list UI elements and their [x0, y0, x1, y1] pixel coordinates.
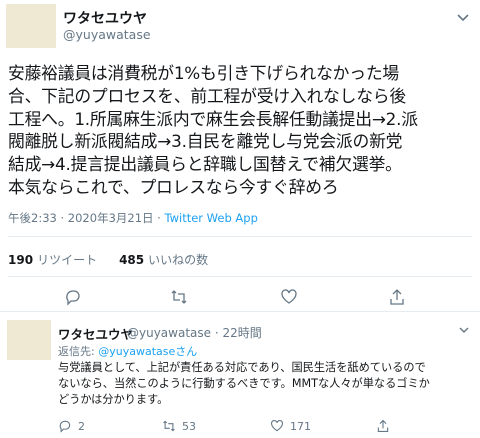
retweet-icon[interactable]	[170, 288, 188, 306]
chevron-down-icon[interactable]	[456, 10, 470, 24]
reply-retweet-button[interactable]: 53	[162, 418, 196, 434]
share-icon[interactable]	[388, 288, 406, 306]
reply-icon[interactable]	[64, 288, 82, 306]
reply-to-handle[interactable]: @yuyawataseさん	[98, 345, 197, 358]
reply-reply-button[interactable]: 2	[58, 418, 85, 434]
retweets-label: リツイート	[37, 253, 98, 267]
user-handle-time[interactable]: @yuyawatase · 22時間	[127, 324, 262, 341]
reply-text-line: 与党議員として、上記が責任ある対応であり、国民生活を舐めているので	[58, 361, 426, 374]
divider	[8, 276, 472, 277]
reply-to: 返信先: @yuyawataseさん	[58, 343, 197, 359]
retweets-stat[interactable]: 190 リツイート	[8, 253, 97, 267]
share-icon	[377, 419, 389, 432]
reply-share-button[interactable]	[376, 418, 390, 434]
reply-icon	[59, 420, 71, 433]
tweet-meta: 午後2:33 · 2020年3月21日 · Twitter Web App	[8, 210, 258, 226]
meta-separator: ·	[157, 211, 161, 225]
like-icon	[271, 419, 283, 432]
tweet-source-link[interactable]: Twitter Web App	[164, 211, 257, 225]
reply-like-button[interactable]: 171	[270, 418, 311, 434]
reply-actions: 2 53 171	[58, 418, 468, 436]
retweets-count: 190	[8, 253, 34, 267]
avatar[interactable]	[7, 320, 51, 360]
main-tweet: ワタセユウヤ @yuyawatase 安藤裕議員は消費税が1%も引き下げられなか…	[0, 0, 480, 312]
reply-count: 2	[78, 419, 85, 433]
chevron-down-icon[interactable]	[458, 324, 470, 336]
retweet-icon	[163, 420, 175, 432]
likes-stat[interactable]: 485 いいねの数	[119, 253, 208, 267]
divider	[8, 236, 472, 237]
user-handle[interactable]: @yuyawatase	[63, 27, 151, 42]
display-name[interactable]: ワタセユウヤ	[63, 8, 147, 28]
tweet-time[interactable]: 午後2:33	[8, 211, 57, 225]
reply-text: 与党議員として、上記が責任ある対応であり、国民生活を舐めているので ないなら、当然…	[58, 360, 470, 408]
tweet-actions	[0, 288, 480, 308]
reply-text-line: ないなら、当然このように行動するべきです。MMTな人々が単なるゴミか	[58, 377, 430, 390]
tweet-date[interactable]: 2020年3月21日	[68, 211, 154, 225]
reply-to-prefix: 返信先:	[58, 345, 95, 358]
display-name[interactable]: ワタセユウヤ	[58, 324, 133, 343]
reply-tweet[interactable]: ワタセユウヤ @yuyawatase · 22時間 返信先: @yuyawata…	[0, 312, 480, 438]
avatar[interactable]	[6, 4, 56, 48]
tweet-stats: 190 リツイート 485 いいねの数	[8, 251, 208, 268]
meta-separator: ·	[60, 211, 65, 225]
likes-count: 485	[119, 253, 145, 267]
like-count: 171	[290, 419, 311, 433]
retweet-count: 53	[182, 419, 196, 433]
reply-text-line: どうかは分かります。	[58, 393, 169, 406]
tweet-text: 安藤裕議員は消費税が1%も引き下げられなかった場 合、下記のプロセスを、前工程が…	[8, 63, 418, 197]
likes-label: いいねの数	[148, 253, 209, 267]
like-icon[interactable]	[280, 288, 298, 306]
